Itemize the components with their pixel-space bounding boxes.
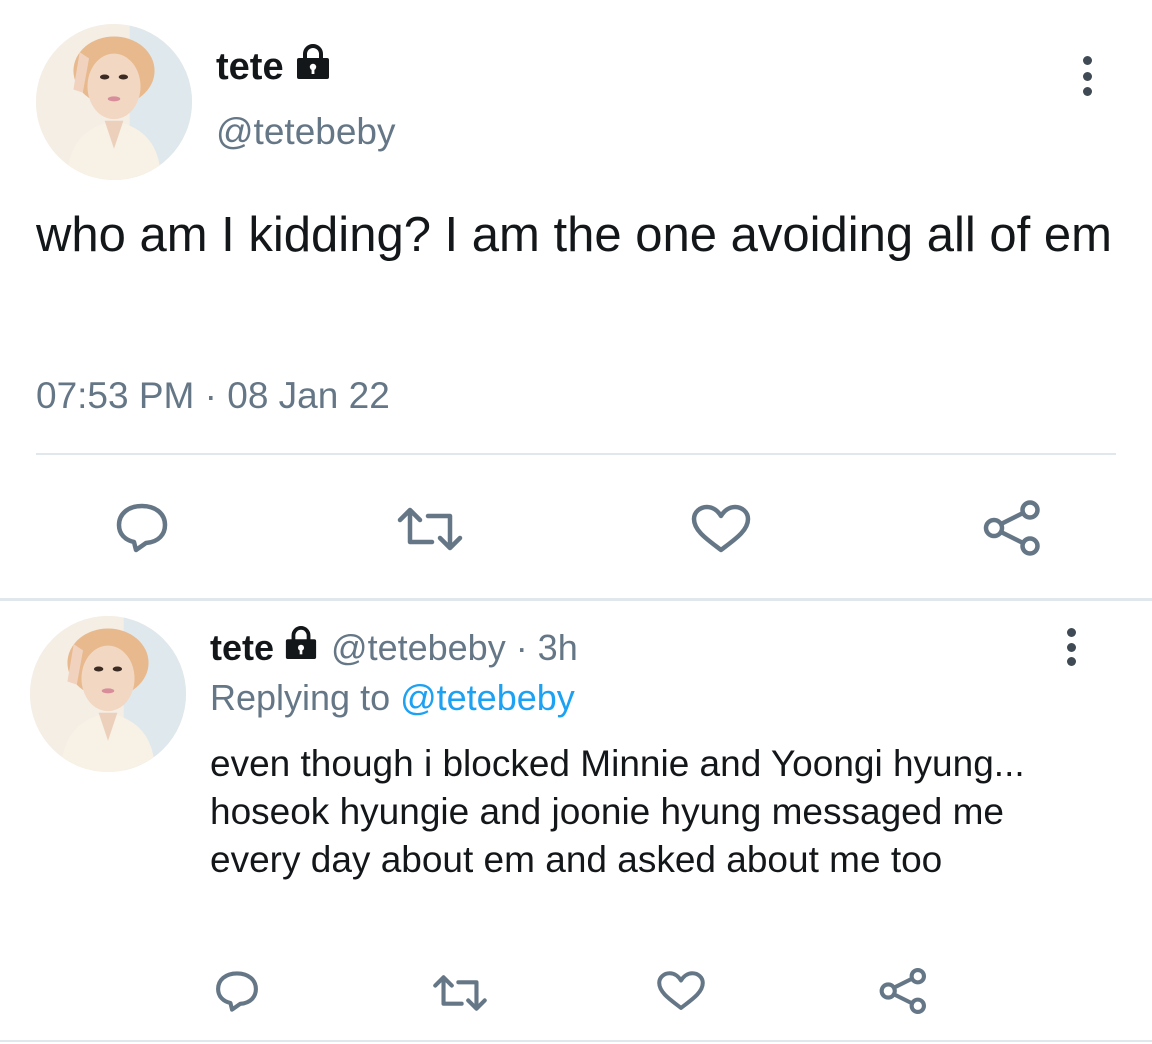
profile-photo xyxy=(30,616,186,772)
comment-icon xyxy=(116,503,168,553)
share-icon xyxy=(983,500,1040,556)
like-button[interactable] xyxy=(656,970,706,1012)
retweet-icon xyxy=(397,507,463,551)
reply-avatar[interactable] xyxy=(30,616,186,772)
reply-button[interactable] xyxy=(114,502,170,554)
retweet-button[interactable] xyxy=(432,974,488,1012)
profile-photo xyxy=(36,24,192,180)
share-button[interactable] xyxy=(982,500,1042,556)
lock-icon xyxy=(283,626,319,670)
reply-header: tete @tetebeby · 3h xyxy=(210,626,578,670)
reply-text: even though i blocked Minnie and Yoongi … xyxy=(210,743,1025,880)
reply-button[interactable] xyxy=(214,970,260,1013)
share-button[interactable] xyxy=(878,968,928,1014)
divider xyxy=(36,453,1116,455)
replying-to-label: Replying to xyxy=(210,677,401,718)
comment-icon xyxy=(216,971,258,1012)
heart-icon xyxy=(691,504,751,553)
author-handle[interactable]: @tetebeby xyxy=(216,110,396,154)
like-button[interactable] xyxy=(690,504,752,554)
reply-display-name[interactable]: tete xyxy=(210,626,274,670)
more-vertical-icon[interactable] xyxy=(1064,628,1078,666)
replying-to: Replying to @tetebeby xyxy=(210,676,575,720)
share-icon xyxy=(879,968,926,1014)
avatar[interactable] xyxy=(36,24,192,180)
tweet-text: who am I kidding? I am the one avoiding … xyxy=(36,208,1112,262)
reply-handle-time[interactable]: @tetebeby · 3h xyxy=(331,626,578,670)
more-vertical-icon[interactable] xyxy=(1080,56,1094,96)
section-divider xyxy=(0,598,1152,601)
author-name-row: tete xyxy=(216,44,332,90)
heart-icon xyxy=(657,971,705,1010)
display-name[interactable]: tete xyxy=(216,45,284,89)
tweet-timestamp[interactable]: 07:53 PM · 08 Jan 22 xyxy=(36,373,390,419)
retweet-icon xyxy=(433,975,487,1011)
bottom-divider xyxy=(0,1040,1152,1042)
retweet-button[interactable] xyxy=(396,506,464,552)
replying-to-link[interactable]: @tetebeby xyxy=(400,677,575,718)
lock-icon xyxy=(294,44,332,90)
